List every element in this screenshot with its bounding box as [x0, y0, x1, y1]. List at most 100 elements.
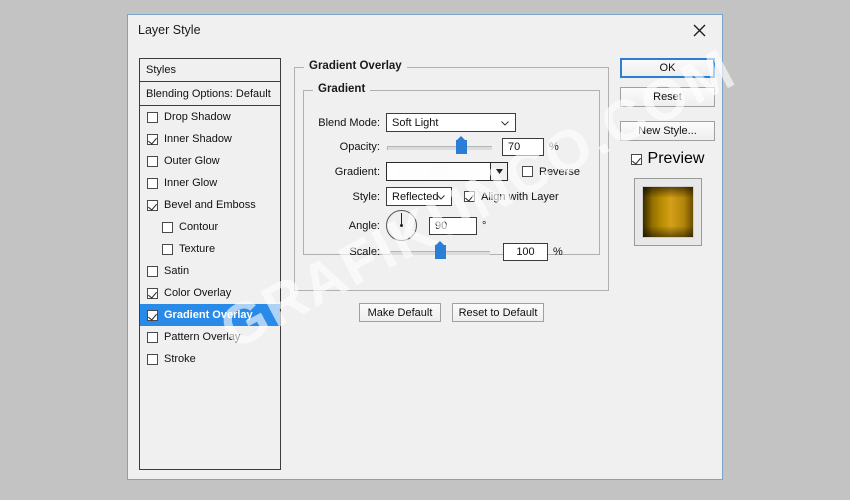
blend-mode-select[interactable]: Soft Light	[386, 113, 516, 132]
sidebar-item-blending-options[interactable]: Blending Options: Default	[140, 82, 280, 106]
opacity-input[interactable]: 70	[502, 138, 544, 156]
preview-label: Preview	[648, 150, 705, 168]
effect-checkbox[interactable]	[147, 134, 158, 145]
effect-checkbox[interactable]	[162, 244, 173, 255]
chevron-down-icon	[437, 195, 445, 200]
effect-checkbox[interactable]	[147, 288, 158, 299]
preview-checkbox[interactable]: Preview	[620, 150, 715, 168]
angle-row: Angle: 90 °	[312, 210, 597, 241]
dialog-actions: OK Reset New Style... Preview	[620, 58, 715, 246]
scale-value: 100	[516, 246, 534, 258]
gradient-label: Gradient:	[312, 166, 380, 178]
sidebar-item-texture[interactable]: Texture	[140, 238, 280, 260]
blend-mode-value: Soft Light	[392, 117, 438, 129]
effect-label: Inner Glow	[164, 177, 217, 189]
effect-label: Outer Glow	[164, 155, 220, 167]
style-row: Style: Reflected Align with Layer	[312, 187, 597, 206]
reverse-checkbox[interactable]: Reverse	[522, 166, 580, 178]
close-icon[interactable]	[677, 15, 722, 45]
scale-input[interactable]: 100	[503, 243, 548, 261]
opacity-unit: %	[549, 141, 559, 153]
effect-label: Stroke	[164, 353, 196, 365]
effect-checkbox[interactable]	[147, 112, 158, 123]
sidebar-item-inner-shadow[interactable]: Inner Shadow	[140, 128, 280, 150]
sidebar-item-satin[interactable]: Satin	[140, 260, 280, 282]
styles-header[interactable]: Styles	[140, 59, 280, 82]
effect-checkbox[interactable]	[147, 178, 158, 189]
effect-checkbox[interactable]	[147, 354, 158, 365]
gradient-row: Gradient: Reverse	[312, 162, 597, 181]
angle-unit: °	[482, 220, 486, 232]
gradient-subgroup-title: Gradient	[313, 83, 370, 95]
sidebar-item-drop-shadow[interactable]: Drop Shadow	[140, 106, 280, 128]
scale-label: Scale:	[312, 246, 380, 258]
opacity-slider-track	[387, 146, 492, 150]
opacity-row: Opacity: 70 %	[312, 138, 597, 156]
gradient-swatch-picker[interactable]	[386, 162, 508, 181]
angle-value: 90	[435, 220, 447, 232]
ok-button[interactable]: OK	[620, 58, 715, 78]
sidebar-item-gradient-overlay[interactable]: Gradient Overlay	[140, 304, 280, 326]
reset-button[interactable]: Reset	[620, 87, 715, 107]
ok-button-label: OK	[660, 62, 676, 74]
effect-checkbox[interactable]	[147, 200, 158, 211]
effect-label: Pattern Overlay	[164, 331, 240, 343]
effect-label: Bevel and Emboss	[164, 199, 256, 211]
dialog-titlebar[interactable]: Layer Style	[128, 15, 722, 46]
effect-label: Inner Shadow	[164, 133, 232, 145]
gradient-overlay-group-title: Gradient Overlay	[304, 60, 407, 72]
effect-checkbox[interactable]	[147, 266, 158, 277]
make-default-button[interactable]: Make Default	[359, 303, 441, 322]
make-default-label: Make Default	[368, 307, 433, 319]
angle-label: Angle:	[312, 220, 380, 232]
page-title: Layer Style	[138, 23, 201, 37]
effect-label: Satin	[164, 265, 189, 277]
chevron-down-icon	[501, 121, 509, 126]
effect-label: Drop Shadow	[164, 111, 231, 123]
style-select[interactable]: Reflected	[386, 187, 452, 206]
effect-checkbox[interactable]	[147, 310, 158, 321]
gradient-overlay-panel: Gradient Overlay Gradient Blend Mode: So…	[294, 58, 609, 470]
sidebar-item-outer-glow[interactable]: Outer Glow	[140, 150, 280, 172]
sidebar-item-color-overlay[interactable]: Color Overlay	[140, 282, 280, 304]
gradient-subgroup: Gradient Blend Mode: Soft Light Opacity:	[303, 90, 600, 255]
sidebar-item-inner-glow[interactable]: Inner Glow	[140, 172, 280, 194]
align-with-layer-checkbox[interactable]: Align with Layer	[464, 191, 559, 203]
sidebar-item-stroke[interactable]: Stroke	[140, 348, 280, 370]
effect-checkbox[interactable]	[162, 222, 173, 233]
effect-label: Contour	[179, 221, 218, 233]
reset-to-default-label: Reset to Default	[459, 307, 538, 319]
scale-slider-thumb[interactable]	[435, 245, 446, 259]
new-style-button-label: New Style...	[638, 125, 697, 137]
scale-slider[interactable]	[390, 244, 490, 260]
reverse-checkbox-box[interactable]	[522, 166, 533, 177]
opacity-value: 70	[508, 141, 520, 153]
angle-input[interactable]: 90	[429, 217, 477, 235]
effect-label: Texture	[179, 243, 215, 255]
scale-row: Scale: 100 %	[312, 243, 597, 261]
blend-mode-row: Blend Mode: Soft Light	[312, 113, 592, 132]
new-style-button[interactable]: New Style...	[620, 121, 715, 141]
reverse-label: Reverse	[539, 166, 580, 178]
chevron-down-icon	[496, 169, 503, 174]
sidebar-item-pattern-overlay[interactable]: Pattern Overlay	[140, 326, 280, 348]
opacity-slider[interactable]	[387, 139, 492, 155]
preview-thumbnail	[634, 178, 702, 246]
opacity-slider-thumb[interactable]	[456, 140, 467, 154]
effect-label: Gradient Overlay	[164, 309, 253, 321]
align-with-layer-checkbox-box[interactable]	[464, 191, 475, 202]
layer-style-dialog: Layer Style Styles Blending Options: Def…	[127, 14, 723, 480]
effect-checkbox[interactable]	[147, 156, 158, 167]
opacity-label: Opacity:	[312, 141, 380, 153]
angle-dial[interactable]	[386, 210, 417, 241]
effect-checkbox[interactable]	[147, 332, 158, 343]
gradient-dropdown-arrow[interactable]	[491, 163, 507, 180]
styles-panel: Styles Blending Options: Default Drop Sh…	[139, 58, 281, 470]
sidebar-item-contour[interactable]: Contour	[140, 216, 280, 238]
scale-unit: %	[553, 246, 563, 258]
preview-checkbox-box[interactable]	[631, 154, 642, 165]
align-with-layer-label: Align with Layer	[481, 191, 559, 203]
gradient-preview-strip	[387, 163, 491, 180]
reset-to-default-button[interactable]: Reset to Default	[452, 303, 544, 322]
sidebar-item-bevel-and-emboss[interactable]: Bevel and Emboss	[140, 194, 280, 216]
